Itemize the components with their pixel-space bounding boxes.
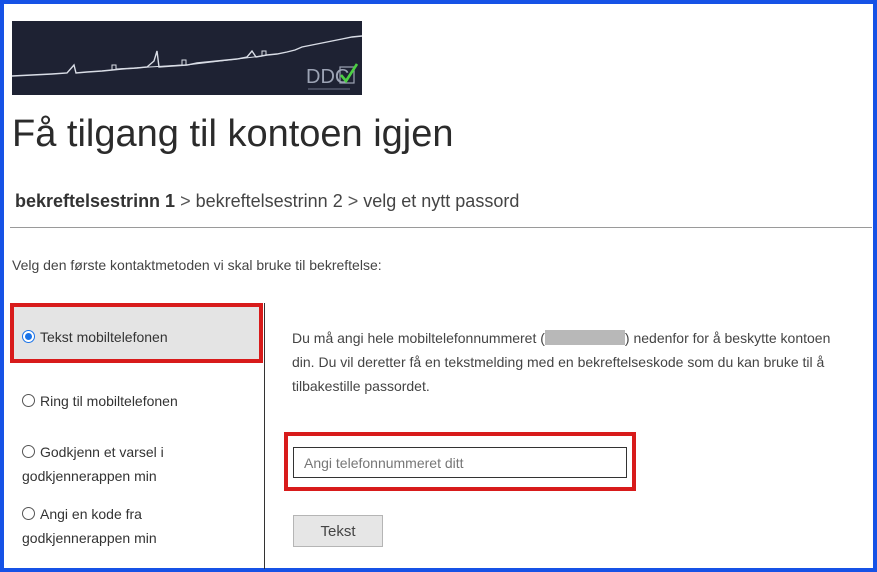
method-label: Godkjenn et varsel i godkjennerappen min xyxy=(22,444,164,484)
page-title: Få tilgang til kontoen igjen xyxy=(12,113,454,155)
breadcrumb-step-3: velg et nytt passord xyxy=(363,191,520,211)
radio-selected-icon[interactable] xyxy=(22,330,35,343)
header-divider xyxy=(10,227,872,228)
method-option-call-mobile[interactable]: Ring til mobiltelefonen xyxy=(10,389,263,413)
breadcrumb-step-1: bekreftelsestrinn 1 xyxy=(15,191,176,211)
phone-number-input[interactable] xyxy=(293,447,627,478)
contact-method-list: Tekst mobiltelefonen Ring til mobiltelef… xyxy=(10,303,265,569)
details-text-before: Du må angi hele mobiltelefonnummeret ( xyxy=(292,330,545,346)
method-option-enter-code[interactable]: Angi en kode fra godkjennerappen min xyxy=(10,502,263,550)
method-option-approve-notification[interactable]: Godkjenn et varsel i godkjennerappen min xyxy=(10,440,263,488)
company-banner: DDC xyxy=(12,21,362,95)
skyline-logo-icon: DDC xyxy=(12,35,362,90)
breadcrumb-step-2: bekreftelsestrinn 2 xyxy=(195,191,343,211)
breadcrumb-separator: > xyxy=(347,191,359,211)
method-label: Tekst mobiltelefonen xyxy=(40,329,168,345)
breadcrumb: bekreftelsestrinn 1 > bekreftelsestrinn … xyxy=(15,191,519,212)
method-label: Ring til mobiltelefonen xyxy=(40,393,178,409)
radio-unselected-icon[interactable] xyxy=(22,507,35,520)
instructions-text: Velg den første kontaktmetoden vi skal b… xyxy=(12,257,382,273)
method-option-text-mobile[interactable]: Tekst mobiltelefonen xyxy=(10,303,263,363)
radio-unselected-icon[interactable] xyxy=(22,445,35,458)
method-details-text: Du må angi hele mobiltelefonnummeret () … xyxy=(292,326,852,398)
redacted-phone-number xyxy=(544,330,625,345)
radio-unselected-icon[interactable] xyxy=(22,394,35,407)
breadcrumb-separator: > xyxy=(180,191,191,211)
send-text-button[interactable]: Tekst xyxy=(293,515,383,547)
method-label: Angi en kode fra godkjennerappen min xyxy=(22,506,157,546)
